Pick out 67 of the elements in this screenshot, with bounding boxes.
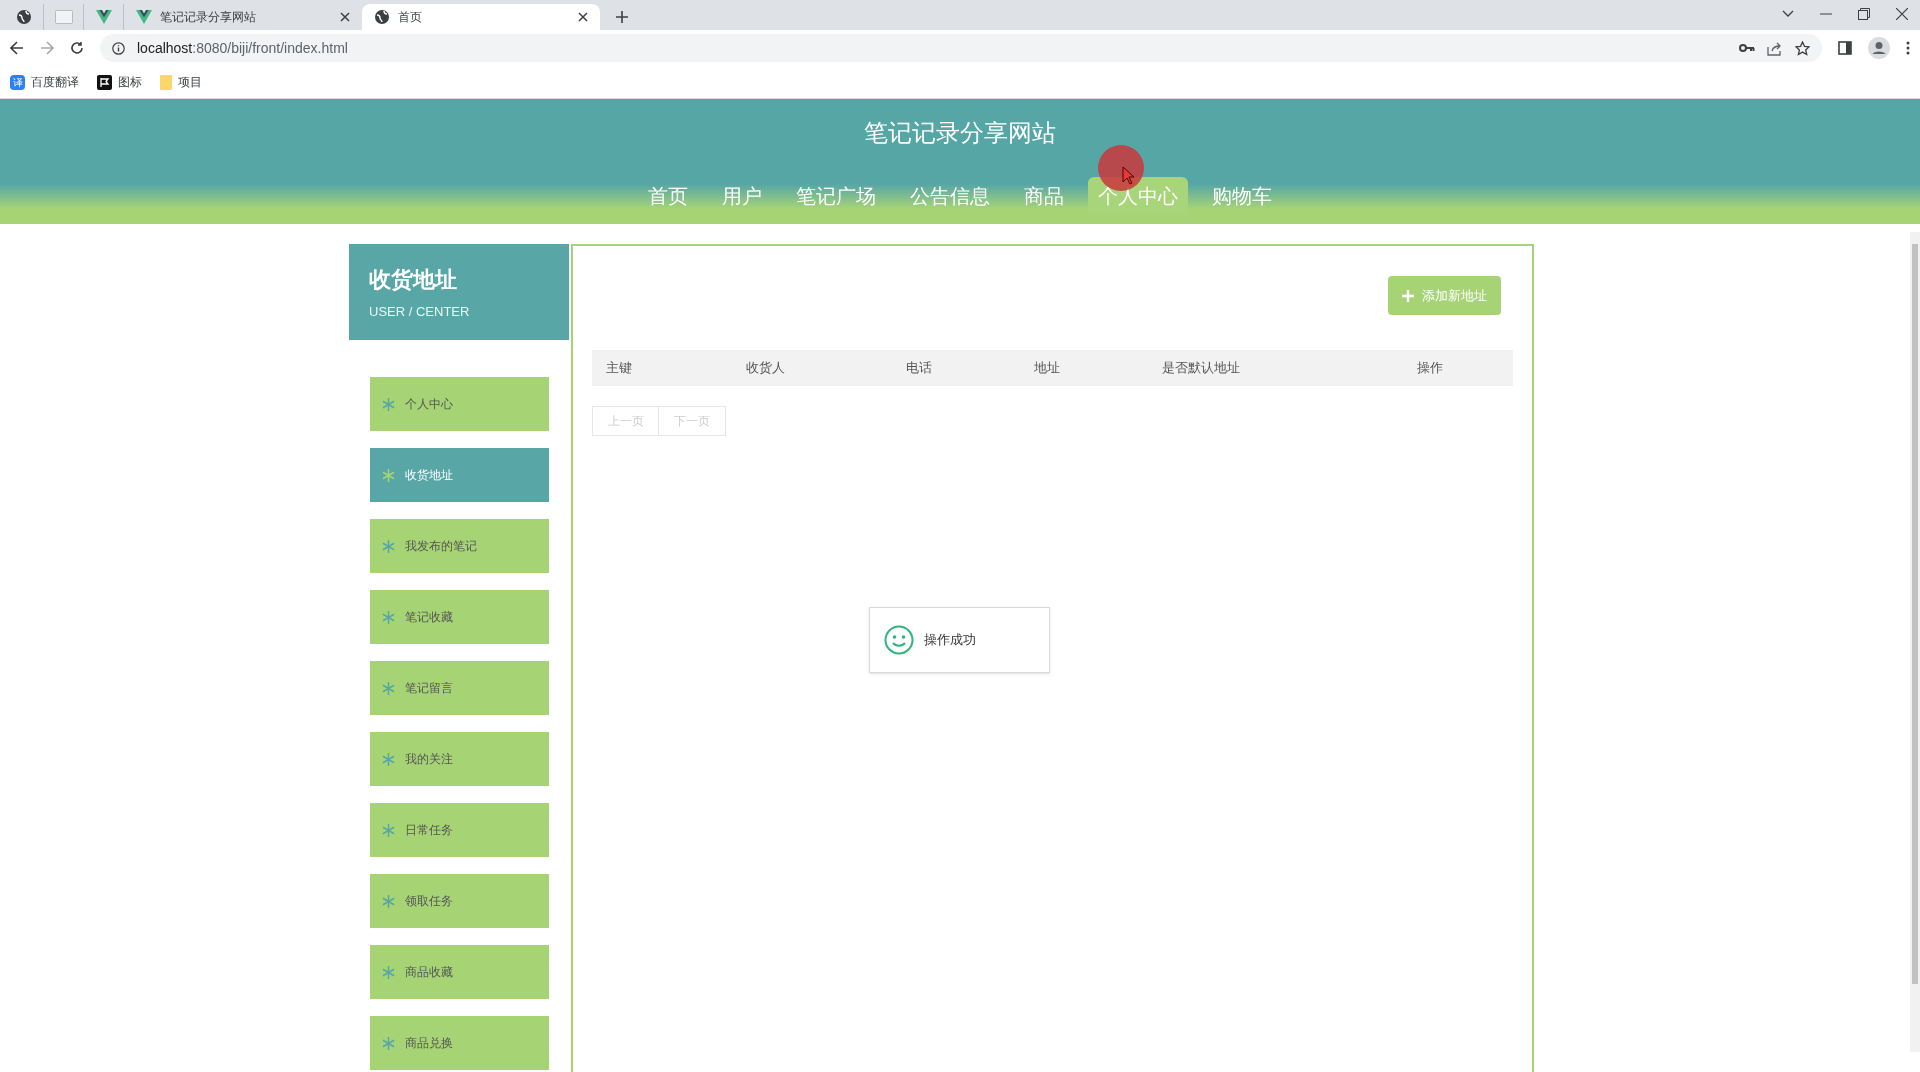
close-icon[interactable]	[340, 12, 350, 22]
profile-icon[interactable]	[1868, 37, 1890, 59]
browser-tab[interactable]: 笔记记录分享网站	[124, 4, 362, 30]
url-text: localhost:8080/biji/front/index.html	[137, 38, 349, 58]
translate-icon: 译	[10, 74, 25, 90]
sidebar-item[interactable]: 领取任务	[370, 874, 549, 928]
bookmark-label: 项目	[178, 74, 202, 91]
side-panel-icon[interactable]	[1838, 41, 1852, 55]
snowflake-icon	[382, 468, 395, 482]
sidebar-subtitle: USER / CENTER	[369, 302, 471, 321]
bookmark-label: 百度翻译	[31, 74, 79, 91]
browser-tab[interactable]: 首页	[362, 4, 600, 30]
back-arrow-icon[interactable]	[10, 41, 24, 55]
snowflake-icon	[382, 894, 395, 908]
column-header: 电话	[905, 359, 933, 378]
sidebar-item[interactable]: 商品收藏	[370, 945, 549, 999]
v-logo-icon	[95, 10, 112, 24]
folder-icon	[160, 74, 172, 90]
bookmark[interactable]: 图标	[93, 71, 146, 93]
snowflake-icon	[382, 539, 395, 553]
toast-text: 操作成功	[924, 631, 976, 650]
bookmark[interactable]: 译 百度翻译	[6, 71, 83, 93]
column-header: 操作	[1416, 359, 1444, 378]
address-bar[interactable]: localhost:8080/biji/front/index.html	[100, 34, 1822, 62]
snowflake-icon	[382, 681, 395, 695]
tab-title: 笔记记录分享网站	[160, 9, 257, 26]
key-icon[interactable]	[1739, 43, 1755, 53]
smiley-icon	[884, 625, 914, 655]
sidebar-item[interactable]: 个人中心	[370, 377, 549, 431]
chevron-down-icon[interactable]	[1782, 10, 1794, 18]
close-icon[interactable]	[1896, 8, 1908, 20]
sidebar-title: 收货地址	[369, 265, 458, 294]
reload-icon[interactable]	[70, 41, 84, 55]
bookmark[interactable]: 项目	[156, 71, 206, 93]
site-title: 笔记记录分享网站	[864, 118, 1056, 148]
column-header: 主键	[605, 359, 633, 378]
snowflake-icon	[382, 965, 395, 979]
new-tab-icon[interactable]	[616, 11, 628, 23]
tab-title: 首页	[398, 9, 423, 26]
info-icon	[112, 41, 125, 55]
sidebar-item[interactable]: 笔记留言	[370, 661, 549, 715]
globe-icon	[374, 9, 390, 25]
globe-icon	[15, 9, 32, 25]
sidebar-item[interactable]: 我发布的笔记	[370, 519, 549, 573]
flag-icon	[97, 74, 112, 90]
close-icon[interactable]	[578, 12, 588, 22]
snowflake-icon	[382, 397, 395, 411]
v-logo-icon	[136, 10, 152, 24]
sidebar-item[interactable]: 笔记收藏	[370, 590, 549, 644]
plus-icon	[1402, 289, 1414, 302]
share-icon[interactable]	[1767, 40, 1783, 56]
column-header: 收货人	[745, 359, 786, 378]
sidebar-item[interactable]: 商品兑换	[370, 1016, 549, 1070]
blank-page-icon	[54, 10, 73, 24]
menu-icon[interactable]	[1906, 41, 1910, 55]
snowflake-icon	[382, 610, 395, 624]
snowflake-icon	[382, 752, 395, 766]
snowflake-icon	[382, 823, 395, 837]
restore-icon[interactable]	[1858, 8, 1870, 20]
sidebar-item[interactable]: 收货地址	[370, 448, 549, 502]
column-header: 是否默认地址	[1161, 359, 1241, 378]
sidebar-item[interactable]: 我的关注	[370, 732, 549, 786]
column-header: 地址	[1033, 359, 1061, 378]
bookmark-label: 图标	[118, 74, 142, 91]
snowflake-icon	[382, 1036, 395, 1050]
star-icon[interactable]	[1795, 40, 1810, 56]
sidebar-item[interactable]: 日常任务	[370, 803, 549, 857]
